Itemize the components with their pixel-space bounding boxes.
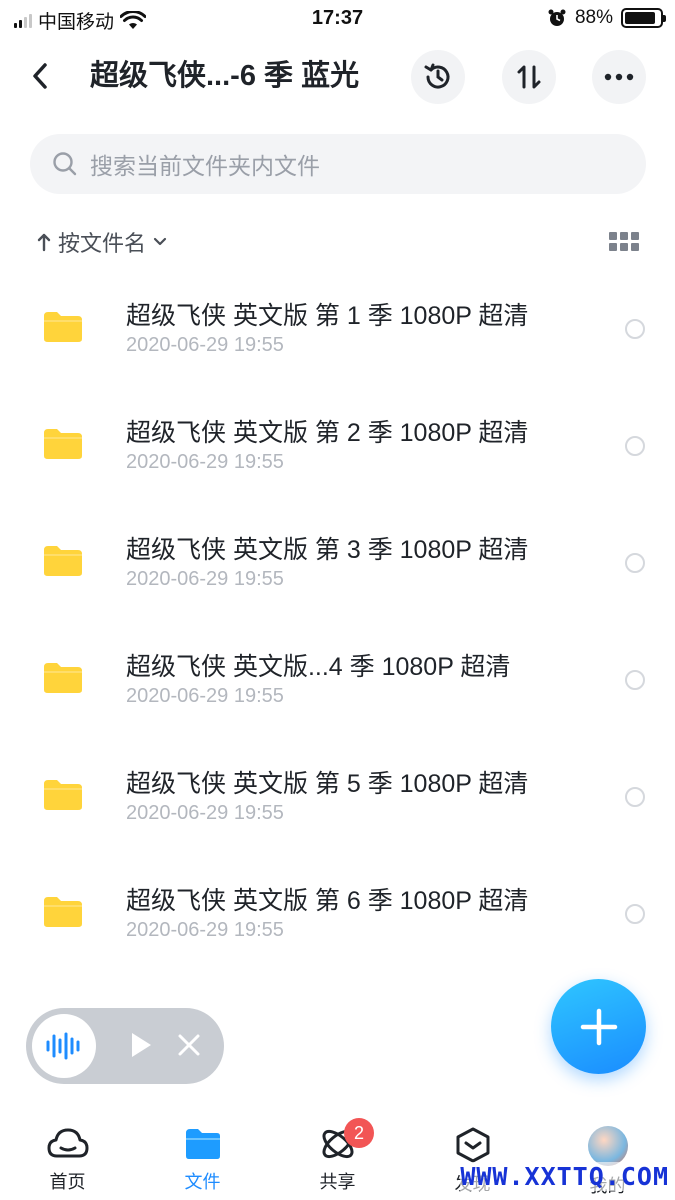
file-date: 2020-06-29 19:55: [126, 451, 284, 473]
cloud-home-icon: [47, 1128, 88, 1158]
file-date: 2020-06-29 19:55: [126, 802, 284, 824]
plus-icon: [580, 1008, 617, 1045]
arrow-up-icon: [37, 233, 51, 252]
discover-icon: [456, 1127, 489, 1163]
file-row[interactable]: 超级飞侠 英文版 第 2 季 1080P 超清 2020-06-29 19:55: [0, 387, 675, 504]
nav-label: 文件: [184, 1172, 221, 1192]
select-radio[interactable]: [625, 436, 645, 456]
file-row[interactable]: 超级飞侠 英文版...4 季 1080P 超清 2020-06-29 19:55: [0, 621, 675, 738]
file-list: 超级飞侠 英文版 第 1 季 1080P 超清 2020-06-29 19:55…: [0, 270, 675, 972]
folder-icon: [44, 780, 82, 810]
more-icon: [604, 73, 634, 81]
file-row[interactable]: 超级飞侠 英文版 第 5 季 1080P 超清 2020-06-29 19:55: [0, 738, 675, 855]
select-radio[interactable]: [625, 904, 645, 924]
nav-label: 首页: [49, 1172, 86, 1192]
search-icon: [53, 152, 77, 176]
folder-icon: [44, 897, 82, 927]
sort-icon: [517, 65, 541, 89]
file-row[interactable]: 超级飞侠 英文版 第 6 季 1080P 超清 2020-06-29 19:55: [0, 855, 675, 972]
nav-item-home[interactable]: 首页: [0, 1110, 135, 1200]
more-button[interactable]: [592, 50, 646, 104]
header: 超级飞侠...-6 季 蓝光: [0, 44, 675, 108]
nav-label: 共享: [319, 1172, 356, 1192]
folder-icon: [44, 546, 82, 576]
status-bar: 中国移动 17:37 88%: [0, 0, 675, 36]
file-name: 超级飞侠 英文版 第 2 季 1080P 超清: [126, 419, 529, 447]
battery-percent: 88%: [574, 7, 613, 28]
file-row[interactable]: 超级飞侠 英文版 第 3 季 1080P 超清 2020-06-29 19:55: [0, 504, 675, 621]
battery-area: 88%: [547, 7, 666, 29]
play-icon[interactable]: [128, 1030, 154, 1060]
select-radio[interactable]: [625, 553, 645, 573]
history-icon: [424, 63, 450, 89]
history-button[interactable]: [411, 50, 465, 104]
sort-label: 按文件名: [58, 231, 147, 256]
nav-item-files[interactable]: 文件: [135, 1110, 270, 1200]
select-radio[interactable]: [625, 670, 645, 690]
file-date: 2020-06-29 19:55: [126, 919, 284, 941]
folder-icon: [44, 429, 82, 459]
close-icon[interactable]: [176, 1032, 202, 1058]
battery-fill: [625, 12, 655, 24]
file-date: 2020-06-29 19:55: [126, 685, 284, 707]
nav-item-share[interactable]: 2 共享: [270, 1110, 405, 1200]
audio-wave-icon: [46, 1032, 80, 1060]
folder-icon: [44, 312, 82, 342]
mini-player: [26, 1008, 224, 1084]
battery-icon: [621, 8, 666, 28]
search-input[interactable]: 搜索当前文件夹内文件: [30, 134, 646, 194]
avatar: [587, 1126, 628, 1166]
folder-icon: [44, 663, 82, 693]
add-button[interactable]: [551, 979, 646, 1074]
select-radio[interactable]: [625, 787, 645, 807]
file-date: 2020-06-29 19:55: [126, 334, 284, 356]
search-placeholder: 搜索当前文件夹内文件: [90, 153, 320, 179]
back-icon: [33, 63, 47, 89]
sort-selector[interactable]: 按文件名: [36, 226, 168, 258]
file-date: 2020-06-29 19:55: [126, 568, 284, 590]
chevron-down-icon: [153, 237, 167, 246]
back-button[interactable]: [22, 56, 58, 96]
alarm-icon: [548, 9, 566, 26]
file-name: 超级飞侠 英文版 第 5 季 1080P 超清: [126, 770, 529, 798]
file-name: 超级飞侠 英文版...4 季 1080P 超清: [126, 653, 511, 681]
folder-icon: [185, 1129, 220, 1159]
file-row[interactable]: 超级飞侠 英文版 第 1 季 1080P 超清 2020-06-29 19:55: [0, 270, 675, 387]
audio-wave-button[interactable]: [32, 1014, 96, 1078]
file-name: 超级飞侠 英文版 第 1 季 1080P 超清: [126, 302, 529, 330]
file-name: 超级飞侠 英文版 第 3 季 1080P 超清: [126, 536, 529, 564]
page-title: 超级飞侠...-6 季 蓝光: [90, 60, 360, 92]
grid-view-icon[interactable]: [609, 232, 639, 254]
select-radio[interactable]: [625, 319, 645, 339]
watermark: WWW.XXTTQ.COM: [460, 1162, 669, 1191]
file-name: 超级飞侠 英文版 第 6 季 1080P 超清: [126, 887, 529, 915]
sort-button[interactable]: [502, 50, 556, 104]
notification-badge: 2: [344, 1118, 374, 1148]
